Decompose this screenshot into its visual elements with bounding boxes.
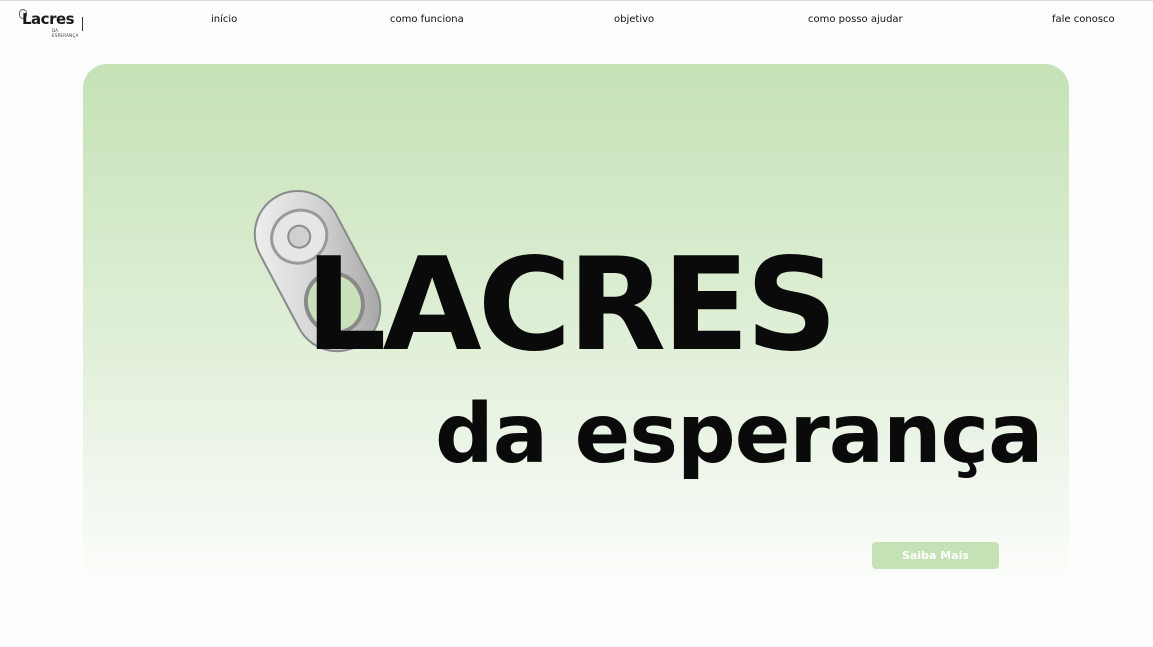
- nav-link-como-funciona[interactable]: como funciona: [390, 14, 464, 25]
- saiba-mais-button[interactable]: Saiba Mais: [872, 542, 999, 569]
- nav-link-fale-conosco[interactable]: fale conosco: [1052, 14, 1115, 25]
- nav-link-como-posso-ajudar[interactable]: como posso ajudar: [808, 14, 903, 25]
- logo-subtext: da esperança: [52, 28, 79, 38]
- hero-subtitle: da esperança: [435, 387, 1043, 482]
- hero-title: LACRES: [305, 231, 838, 380]
- site-header: Lacres da esperança início como funciona…: [0, 1, 1153, 41]
- hero-banner: LACRES da esperança Saiba Mais: [83, 64, 1069, 578]
- logo-separator: [82, 17, 83, 31]
- nav-link-objetivo[interactable]: objetivo: [614, 14, 654, 25]
- logo-text: Lacres: [22, 10, 75, 28]
- site-logo[interactable]: Lacres da esperança: [19, 7, 79, 38]
- nav-link-inicio[interactable]: início: [211, 14, 237, 25]
